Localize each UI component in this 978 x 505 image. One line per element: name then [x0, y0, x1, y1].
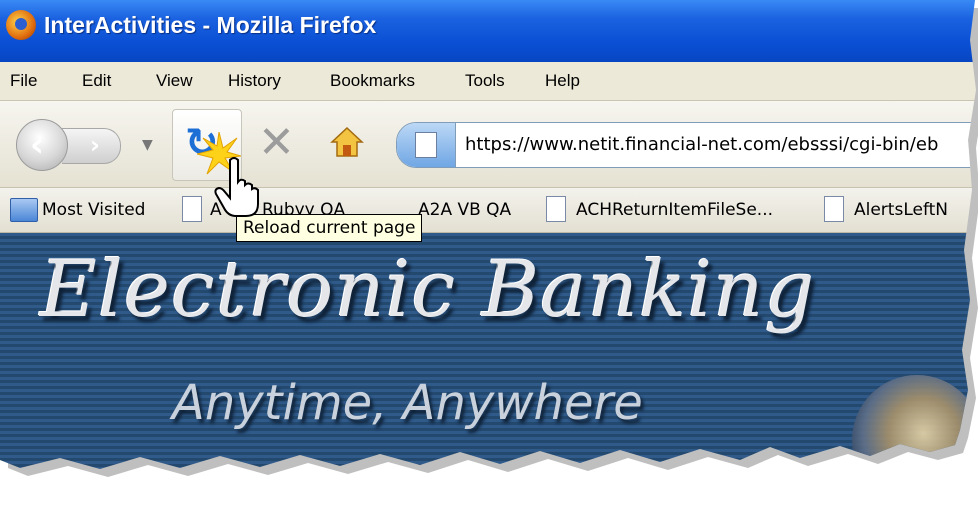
forward-arrow-icon: ›: [90, 131, 100, 159]
most-visited-icon: [10, 198, 38, 222]
menu-help[interactable]: Help: [545, 71, 580, 91]
hand-cursor-icon: [214, 157, 259, 217]
bookmark-most-visited[interactable]: Most Visited: [42, 200, 145, 220]
bookmark-page-icon: [824, 196, 844, 222]
screenshot-frame: InterActivities - Mozilla Firefox File E…: [0, 0, 976, 469]
history-dropdown-icon[interactable]: ▼: [142, 137, 153, 153]
menu-bookmarks[interactable]: Bookmarks: [330, 71, 415, 91]
bookmarks-toolbar: Most Visited A Rubyy QA A2A VB QA ACHRet…: [0, 188, 976, 233]
menu-bar: File Edit View History Bookmarks Tools H…: [0, 62, 976, 101]
site-identity-icon: [415, 132, 437, 158]
bookmark-page-icon: [182, 196, 202, 222]
forward-button[interactable]: ›: [62, 128, 121, 164]
navigation-toolbar: › ‹ ▼ ↻ ✕ https://www.netit.financial-ne…: [0, 101, 976, 188]
firefox-logo-icon: [6, 10, 36, 40]
bookmark-alertsleft[interactable]: AlertsLeftN: [854, 200, 948, 220]
site-identity-button[interactable]: [397, 123, 456, 167]
bookmark-a2a-vb-qa[interactable]: A2A VB QA: [418, 200, 511, 220]
menu-edit[interactable]: Edit: [82, 71, 111, 91]
menu-tools[interactable]: Tools: [465, 71, 505, 91]
bookmark-page-icon: [546, 196, 566, 222]
banner-subtitle: Anytime, Anywhere: [172, 375, 643, 431]
menu-file[interactable]: File: [10, 71, 37, 91]
home-icon[interactable]: [330, 125, 364, 159]
address-bar[interactable]: https://www.netit.financial-net.com/ebss…: [396, 122, 976, 168]
menu-view[interactable]: View: [156, 71, 193, 91]
back-button[interactable]: ‹: [16, 119, 68, 171]
back-arrow-icon: ‹: [30, 125, 45, 165]
url-input[interactable]: https://www.netit.financial-net.com/ebss…: [465, 134, 938, 155]
window-title: InterActivities - Mozilla Firefox: [44, 12, 377, 38]
reload-tooltip: Reload current page: [236, 214, 423, 242]
window-title-bar: InterActivities - Mozilla Firefox: [0, 0, 976, 62]
bookmark-achreturn[interactable]: ACHReturnItemFileSe...: [576, 200, 773, 220]
menu-history[interactable]: History: [228, 71, 281, 91]
banner-title: Electronic Banking: [40, 245, 816, 335]
